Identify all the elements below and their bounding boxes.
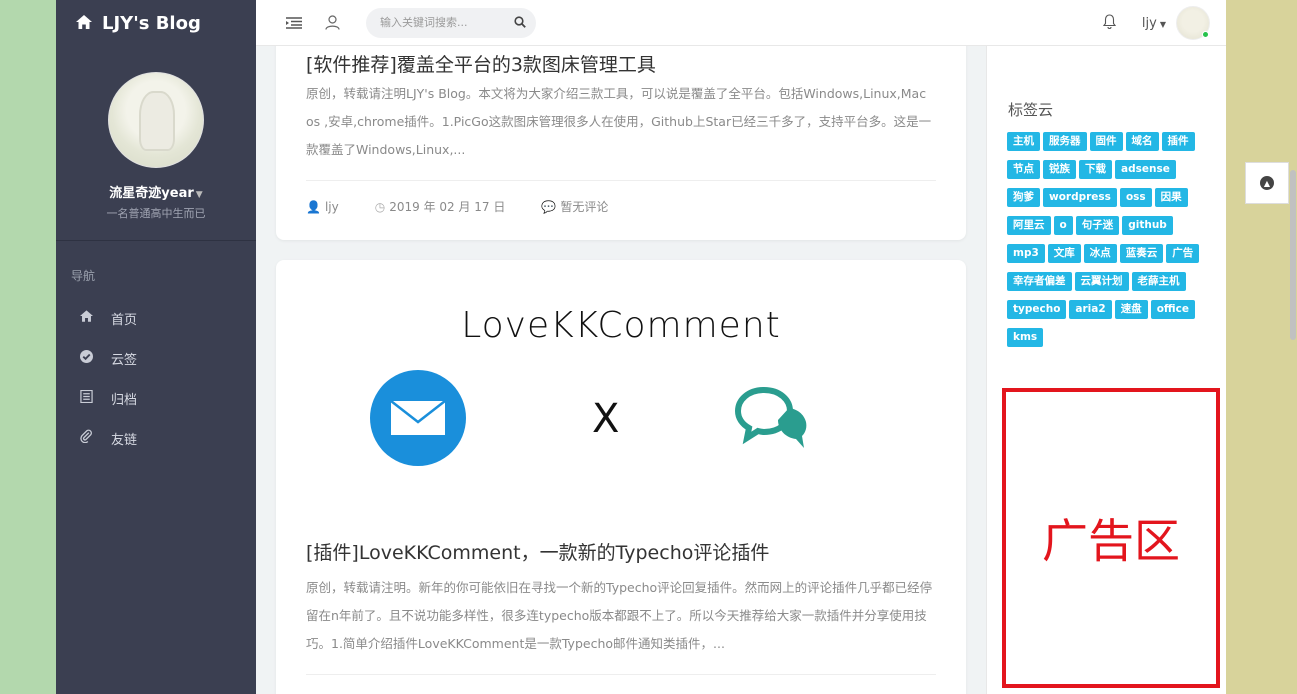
- tag-item[interactable]: 幸存者偏差: [1007, 272, 1072, 291]
- tag-item[interactable]: github: [1122, 216, 1173, 235]
- arrow-up-icon: ▲: [1260, 176, 1274, 190]
- search-icon[interactable]: [514, 13, 526, 32]
- post-title[interactable]: [插件]LoveKKComment，一款新的Typecho评论插件: [306, 538, 769, 565]
- post-author[interactable]: 👤 ljy: [306, 200, 357, 214]
- profile-name-dropdown[interactable]: 流星奇迹year ▼: [56, 182, 256, 201]
- tag-item[interactable]: o: [1053, 216, 1073, 235]
- tag-item[interactable]: aria2: [1069, 300, 1112, 319]
- divider: [306, 180, 936, 181]
- tag-item[interactable]: 文库: [1047, 244, 1081, 263]
- paperclip-icon: [78, 429, 94, 447]
- sidebar-item-archive[interactable]: 归档: [56, 378, 256, 418]
- tag-item[interactable]: adsense: [1115, 160, 1176, 179]
- tag-item[interactable]: 固件: [1089, 132, 1123, 151]
- home-icon: [78, 310, 94, 326]
- tag-item[interactable]: 域名: [1125, 132, 1159, 151]
- sidebar-item-label: 云签: [111, 352, 138, 368]
- tag-item[interactable]: 因果: [1154, 188, 1188, 207]
- right-sidebar: 标签云 主机 服务器 固件 域名 插件 节点 锐族 下载 adsense 狗爹 wordpress o…: [986, 46, 1226, 694]
- scrollbar[interactable]: [1290, 170, 1296, 340]
- caret-down-icon: ▼: [1159, 19, 1166, 29]
- back-to-top-button[interactable]: ▲: [1245, 162, 1289, 204]
- menu-toggle-icon[interactable]: [284, 13, 304, 33]
- tag-item[interactable]: 老薛主机: [1131, 272, 1186, 291]
- tag-item[interactable]: wordpress: [1043, 188, 1117, 207]
- post-comments[interactable]: 💬 暂无评论: [541, 198, 626, 215]
- user-icon[interactable]: [322, 13, 342, 33]
- sidebar-item-home[interactable]: 首页: [56, 298, 256, 338]
- post-date: ◷ 2019 年 02 月 17 日: [374, 200, 506, 214]
- post-cover-image[interactable]: LoveKKComment X: [276, 260, 966, 510]
- tag-item[interactable]: 阿里云: [1007, 216, 1051, 235]
- tag-item[interactable]: 广告: [1166, 244, 1200, 263]
- ad-area[interactable]: 广告区: [1002, 388, 1220, 688]
- check-circle-icon: [78, 349, 94, 367]
- page-background-right: [1226, 0, 1297, 694]
- bell-icon[interactable]: [1102, 13, 1117, 33]
- nav-list: 首页 云签 归档 友链: [56, 298, 256, 458]
- clock-icon: ◷: [374, 200, 386, 214]
- main-content: [软件推荐]覆盖全平台的3款图床管理工具 原创，转载请注明LJY's Blog。…: [256, 46, 986, 694]
- user-icon: 👤: [306, 199, 321, 214]
- tag-item[interactable]: 节点: [1007, 160, 1040, 179]
- sidebar-item-label: 友链: [111, 432, 138, 448]
- tag-cloud-title: 标签云: [1008, 101, 1054, 119]
- sidebar-item-cloud-sign[interactable]: 云签: [56, 338, 256, 378]
- list-icon: [78, 389, 94, 407]
- home-icon: [76, 14, 92, 33]
- comments-icon: 💬: [541, 200, 557, 214]
- tag-item[interactable]: 冰点: [1083, 244, 1117, 263]
- sidebar: LJY's Blog 流星奇迹year ▼ 一名普通高中生而已 导航 首页 云签 …: [56, 0, 256, 694]
- mail-icon: [370, 370, 466, 466]
- tag-item[interactable]: 下载: [1079, 160, 1112, 179]
- search-input[interactable]: [380, 16, 514, 29]
- tag-item[interactable]: 锐族: [1043, 160, 1076, 179]
- tag-item[interactable]: 速盘: [1114, 300, 1148, 319]
- brand-link[interactable]: LJY's Blog: [56, 0, 256, 46]
- tag-item[interactable]: 狗爹: [1007, 188, 1040, 207]
- online-status-dot: [1202, 31, 1209, 38]
- chat-bubbles-icon: [734, 386, 808, 456]
- tag-cloud: 主机 服务器 固件 域名 插件节点 锐族 下载 adsense 狗爹 wordpress oss 因果…: [1007, 132, 1207, 356]
- sidebar-item-label: 首页: [111, 312, 138, 328]
- avatar[interactable]: [1176, 6, 1210, 40]
- avatar[interactable]: [108, 72, 204, 168]
- tag-item[interactable]: mp3: [1007, 244, 1045, 263]
- tag-item[interactable]: oss: [1119, 188, 1152, 207]
- profile-subtitle: 一名普通高中生而已: [106, 207, 206, 220]
- search-bar: [366, 7, 536, 38]
- ad-label: 广告区: [1042, 514, 1180, 568]
- tag-item[interactable]: office: [1150, 300, 1195, 319]
- post-meta: 👤 ljy ◷ 2019 年 02 月 17 日 💬 暂无评论: [306, 198, 644, 215]
- tag-item[interactable]: 蓝奏云: [1119, 244, 1164, 263]
- topbar-right: ljy ▼: [1102, 0, 1210, 46]
- page-background-left: [0, 0, 56, 694]
- topbar: ljy▼: [256, 0, 1226, 46]
- cover-cross: X: [592, 396, 620, 442]
- post-card: [软件推荐]覆盖全平台的3款图床管理工具 原创，转载请注明LJY's Blog。…: [276, 46, 966, 240]
- tag-item[interactable]: 主机: [1007, 132, 1040, 151]
- nav-header: 导航: [71, 269, 96, 283]
- cover-title: LoveKKComment: [461, 305, 781, 346]
- tag-item[interactable]: 插件: [1161, 132, 1195, 151]
- profile: 流星奇迹year ▼ 一名普通高中生而已: [56, 46, 256, 241]
- post-excerpt: 原创，转载请注明。新年的你可能依旧在寻找一个新的Typecho评论回复插件。然而…: [306, 580, 933, 651]
- tag-item[interactable]: typecho: [1007, 300, 1067, 319]
- brand-title: LJY's Blog: [102, 12, 201, 34]
- profile-name: 流星奇迹year: [109, 186, 194, 201]
- post-card: LoveKKComment X [插件]LoveKKComment，一款新的Ty…: [276, 260, 966, 694]
- tag-item[interactable]: 句子迷: [1075, 216, 1120, 235]
- username: ljy: [1141, 15, 1157, 31]
- post-excerpt: 原创，转载请注明LJY's Blog。本文将为大家介绍三款工具，可以说是覆盖了全…: [306, 86, 932, 157]
- divider: [306, 674, 936, 675]
- tag-item[interactable]: 服务器: [1043, 132, 1087, 151]
- post-title[interactable]: [软件推荐]覆盖全平台的3款图床管理工具: [306, 50, 656, 77]
- user-menu-dropdown[interactable]: ljy ▼: [1142, 16, 1166, 31]
- tag-item[interactable]: kms: [1007, 328, 1044, 347]
- caret-down-icon: ▼: [195, 190, 203, 200]
- tag-item[interactable]: 云翼计划: [1074, 272, 1129, 291]
- sidebar-item-links[interactable]: 友链: [56, 418, 256, 458]
- sidebar-item-label: 归档: [111, 392, 138, 408]
